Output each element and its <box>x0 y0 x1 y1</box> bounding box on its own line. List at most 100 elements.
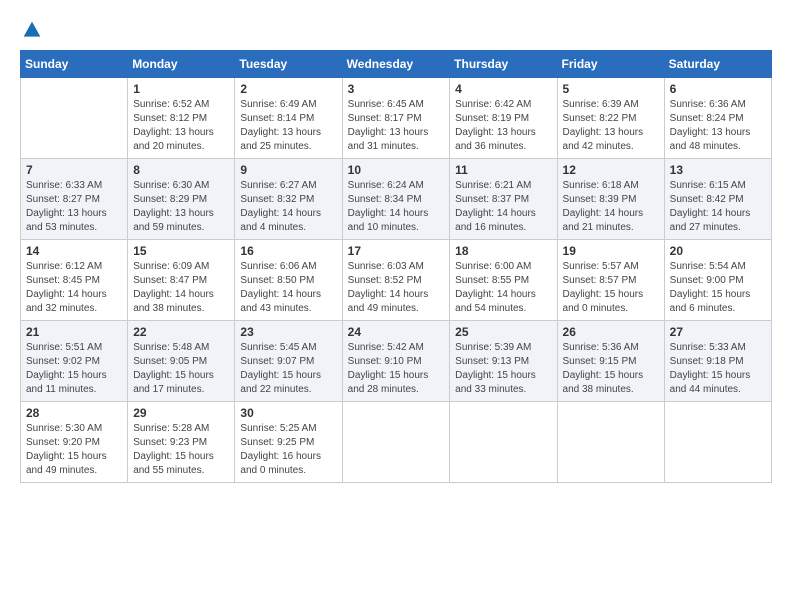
day-info: Sunrise: 6:33 AMSunset: 8:27 PMDaylight:… <box>26 179 122 235</box>
day-info: Sunrise: 5:51 AMSunset: 9:02 PMDaylight:… <box>26 341 122 397</box>
day-info: Sunrise: 6:24 AMSunset: 8:34 PMDaylight:… <box>348 179 445 235</box>
day-info: Sunrise: 5:36 AMSunset: 9:15 PMDaylight:… <box>563 341 659 397</box>
calendar-cell <box>342 402 450 483</box>
day-info: Sunrise: 5:54 AMSunset: 9:00 PMDaylight:… <box>670 260 766 316</box>
calendar-cell <box>21 78 128 159</box>
calendar-cell: 7 Sunrise: 6:33 AMSunset: 8:27 PMDaylight… <box>21 159 128 240</box>
calendar-cell: 16 Sunrise: 6:06 AMSunset: 8:50 PMDayligh… <box>235 240 342 321</box>
day-info: Sunrise: 5:33 AMSunset: 9:18 PMDaylight:… <box>670 341 766 397</box>
day-number: 8 <box>133 163 229 177</box>
day-number: 7 <box>26 163 122 177</box>
calendar-cell <box>557 402 664 483</box>
calendar-cell: 30Sunrise: 5:25 AMSunset: 9:25 PMDayligh… <box>235 402 342 483</box>
calendar-cell: 23 Sunrise: 5:45 AMSunset: 9:07 PMDayligh… <box>235 321 342 402</box>
calendar-week-row: 28 Sunrise: 5:30 AMSunset: 9:20 PMDayligh… <box>21 402 772 483</box>
day-of-week-header: Tuesday <box>235 51 342 78</box>
day-info: Sunrise: 5:28 AMSunset: 9:23 PMDaylight:… <box>133 422 229 478</box>
page-header <box>20 20 772 40</box>
day-info: Sunrise: 6:30 AMSunset: 8:29 PMDaylight:… <box>133 179 229 235</box>
day-info: Sunrise: 5:30 AMSunset: 9:20 PMDaylight:… <box>26 422 122 478</box>
day-number: 18 <box>455 244 551 258</box>
calendar-cell: 25 Sunrise: 5:39 AMSunset: 9:13 PMDayligh… <box>450 321 557 402</box>
day-of-week-header: Friday <box>557 51 664 78</box>
day-number: 26 <box>563 325 659 339</box>
calendar-cell: 12 Sunrise: 6:18 AMSunset: 8:39 PMDayligh… <box>557 159 664 240</box>
day-info: Sunrise: 5:42 AMSunset: 9:10 PMDaylight:… <box>348 341 445 397</box>
calendar-week-row: 1 Sunrise: 6:52 AMSunset: 8:12 PMDaylight… <box>21 78 772 159</box>
day-number: 30 <box>240 406 336 420</box>
day-info: Sunrise: 6:03 AMSunset: 8:52 PMDaylight:… <box>348 260 445 316</box>
day-number: 10 <box>348 163 445 177</box>
day-number: 21 <box>26 325 122 339</box>
day-number: 24 <box>348 325 445 339</box>
day-info: Sunrise: 6:18 AMSunset: 8:39 PMDaylight:… <box>563 179 659 235</box>
calendar-cell: 10 Sunrise: 6:24 AMSunset: 8:34 PMDayligh… <box>342 159 450 240</box>
day-number: 14 <box>26 244 122 258</box>
calendar-cell: 4 Sunrise: 6:42 AMSunset: 8:19 PMDaylight… <box>450 78 557 159</box>
calendar-week-row: 7 Sunrise: 6:33 AMSunset: 8:27 PMDaylight… <box>21 159 772 240</box>
day-number: 9 <box>240 163 336 177</box>
day-info: Sunrise: 6:36 AMSunset: 8:24 PMDaylight:… <box>670 98 766 154</box>
day-info: Sunrise: 5:39 AMSunset: 9:13 PMDaylight:… <box>455 341 551 397</box>
day-info: Sunrise: 6:49 AMSunset: 8:14 PMDaylight:… <box>240 98 336 154</box>
day-number: 13 <box>670 163 766 177</box>
calendar-week-row: 14 Sunrise: 6:12 AMSunset: 8:45 PMDayligh… <box>21 240 772 321</box>
day-of-week-header: Saturday <box>664 51 771 78</box>
day-number: 20 <box>670 244 766 258</box>
logo <box>20 20 42 40</box>
day-info: Sunrise: 6:42 AMSunset: 8:19 PMDaylight:… <box>455 98 551 154</box>
calendar-cell: 5 Sunrise: 6:39 AMSunset: 8:22 PMDaylight… <box>557 78 664 159</box>
day-number: 11 <box>455 163 551 177</box>
day-number: 15 <box>133 244 229 258</box>
calendar-cell: 17 Sunrise: 6:03 AMSunset: 8:52 PMDayligh… <box>342 240 450 321</box>
day-number: 25 <box>455 325 551 339</box>
calendar-cell: 13 Sunrise: 6:15 AMSunset: 8:42 PMDayligh… <box>664 159 771 240</box>
day-number: 6 <box>670 82 766 96</box>
day-of-week-header: Wednesday <box>342 51 450 78</box>
day-number: 28 <box>26 406 122 420</box>
day-of-week-header: Monday <box>128 51 235 78</box>
calendar-week-row: 21 Sunrise: 5:51 AMSunset: 9:02 PMDayligh… <box>21 321 772 402</box>
day-info: Sunrise: 6:39 AMSunset: 8:22 PMDaylight:… <box>563 98 659 154</box>
day-info: Sunrise: 6:27 AMSunset: 8:32 PMDaylight:… <box>240 179 336 235</box>
day-number: 5 <box>563 82 659 96</box>
calendar-cell: 28 Sunrise: 5:30 AMSunset: 9:20 PMDayligh… <box>21 402 128 483</box>
day-number: 12 <box>563 163 659 177</box>
calendar-cell: 8 Sunrise: 6:30 AMSunset: 8:29 PMDaylight… <box>128 159 235 240</box>
calendar-cell <box>450 402 557 483</box>
day-number: 4 <box>455 82 551 96</box>
calendar-cell: 11Sunrise: 6:21 AMSunset: 8:37 PMDayligh… <box>450 159 557 240</box>
day-info: Sunrise: 6:00 AMSunset: 8:55 PMDaylight:… <box>455 260 551 316</box>
calendar-cell: 6 Sunrise: 6:36 AMSunset: 8:24 PMDaylight… <box>664 78 771 159</box>
calendar-cell: 29Sunrise: 5:28 AMSunset: 9:23 PMDayligh… <box>128 402 235 483</box>
calendar-cell: 20 Sunrise: 5:54 AMSunset: 9:00 PMDayligh… <box>664 240 771 321</box>
day-number: 1 <box>133 82 229 96</box>
day-info: Sunrise: 6:09 AMSunset: 8:47 PMDaylight:… <box>133 260 229 316</box>
calendar-cell: 26 Sunrise: 5:36 AMSunset: 9:15 PMDayligh… <box>557 321 664 402</box>
day-number: 3 <box>348 82 445 96</box>
calendar-table: SundayMondayTuesdayWednesdayThursdayFrid… <box>20 50 772 483</box>
calendar-cell: 1 Sunrise: 6:52 AMSunset: 8:12 PMDaylight… <box>128 78 235 159</box>
calendar-cell: 24 Sunrise: 5:42 AMSunset: 9:10 PMDayligh… <box>342 321 450 402</box>
day-number: 17 <box>348 244 445 258</box>
day-info: Sunrise: 6:12 AMSunset: 8:45 PMDaylight:… <box>26 260 122 316</box>
day-info: Sunrise: 5:45 AMSunset: 9:07 PMDaylight:… <box>240 341 336 397</box>
day-info: Sunrise: 6:52 AMSunset: 8:12 PMDaylight:… <box>133 98 229 154</box>
day-number: 16 <box>240 244 336 258</box>
calendar-cell: 27Sunrise: 5:33 AMSunset: 9:18 PMDayligh… <box>664 321 771 402</box>
calendar-cell: 15 Sunrise: 6:09 AMSunset: 8:47 PMDayligh… <box>128 240 235 321</box>
calendar-cell: 18 Sunrise: 6:00 AMSunset: 8:55 PMDayligh… <box>450 240 557 321</box>
day-number: 23 <box>240 325 336 339</box>
day-of-week-header: Thursday <box>450 51 557 78</box>
day-header-row: SundayMondayTuesdayWednesdayThursdayFrid… <box>21 51 772 78</box>
calendar-cell: 3 Sunrise: 6:45 AMSunset: 8:17 PMDaylight… <box>342 78 450 159</box>
day-info: Sunrise: 6:15 AMSunset: 8:42 PMDaylight:… <box>670 179 766 235</box>
calendar-cell: 14 Sunrise: 6:12 AMSunset: 8:45 PMDayligh… <box>21 240 128 321</box>
calendar-cell: 9 Sunrise: 6:27 AMSunset: 8:32 PMDaylight… <box>235 159 342 240</box>
calendar-cell: 21 Sunrise: 5:51 AMSunset: 9:02 PMDayligh… <box>21 321 128 402</box>
day-number: 19 <box>563 244 659 258</box>
calendar-cell: 2Sunrise: 6:49 AMSunset: 8:14 PMDaylight… <box>235 78 342 159</box>
day-info: Sunrise: 6:06 AMSunset: 8:50 PMDaylight:… <box>240 260 336 316</box>
day-info: Sunrise: 5:48 AMSunset: 9:05 PMDaylight:… <box>133 341 229 397</box>
day-info: Sunrise: 6:45 AMSunset: 8:17 PMDaylight:… <box>348 98 445 154</box>
